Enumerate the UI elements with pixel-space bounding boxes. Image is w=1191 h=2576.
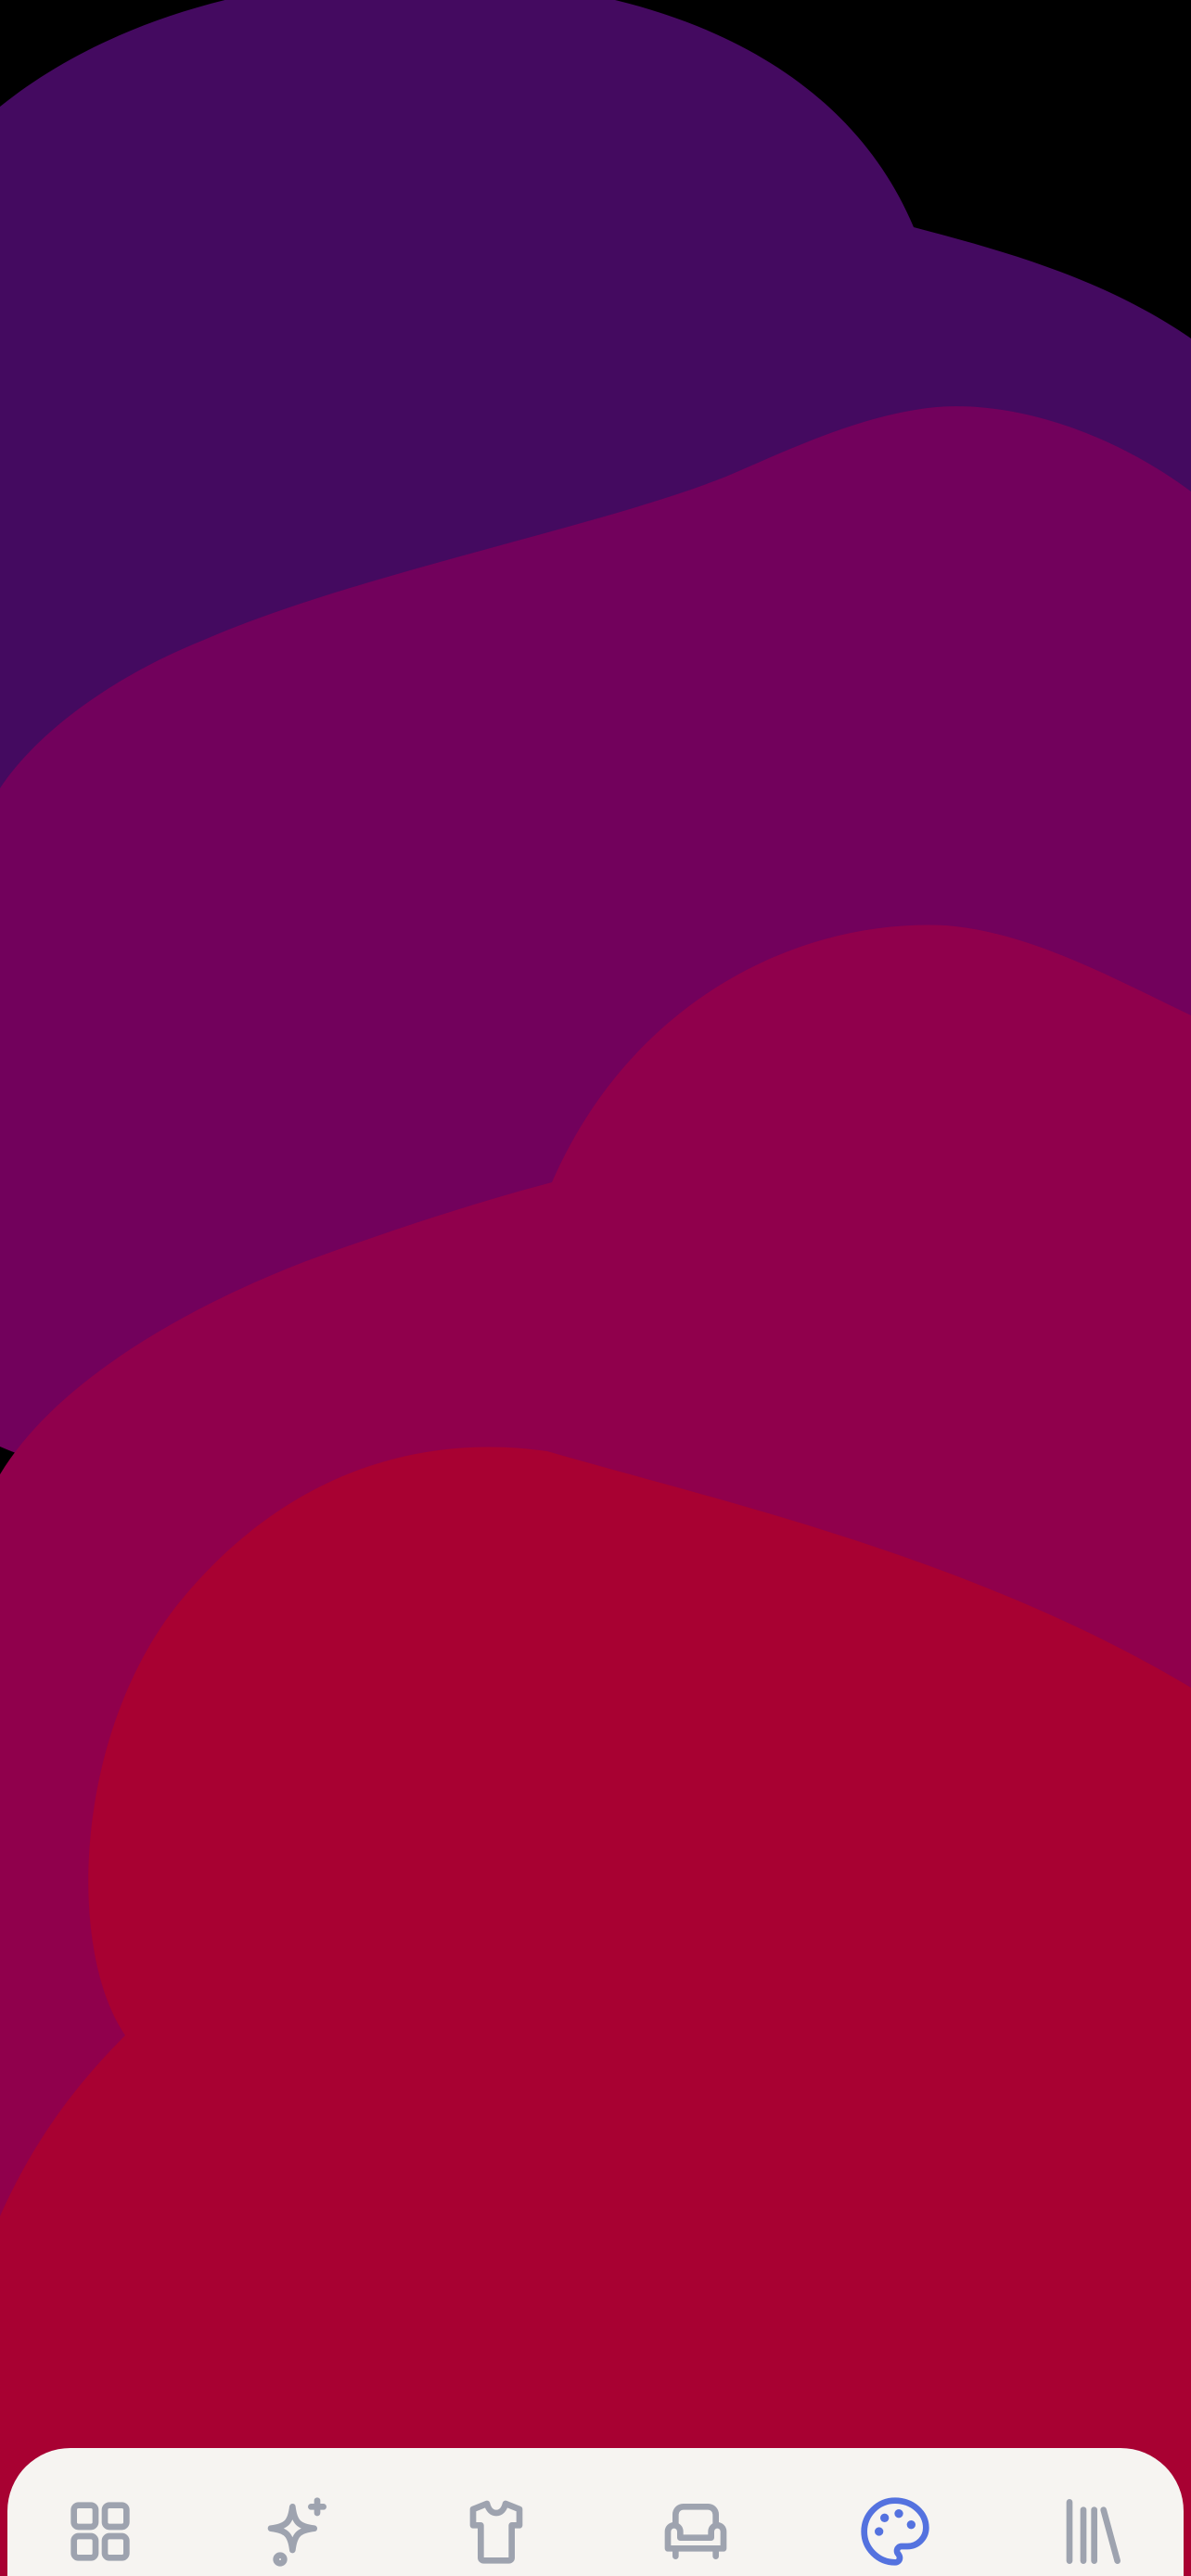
armchair-icon (664, 2504, 727, 2559)
tab-grid[interactable] (56, 2487, 145, 2576)
tab-armchair[interactable] (651, 2487, 740, 2576)
home-screen (0, 0, 1191, 2576)
tab-library[interactable] (1048, 2487, 1137, 2576)
shirt-icon (469, 2500, 523, 2564)
palette-icon (861, 2497, 929, 2566)
wallpaper-band-crimson (0, 1447, 1191, 2576)
tab-bar (7, 2448, 1184, 2576)
tab-palette[interactable] (851, 2487, 940, 2576)
sparkles-icon (267, 2497, 327, 2567)
tab-sparkles[interactable] (254, 2487, 343, 2576)
library-icon (1066, 2499, 1121, 2564)
tab-shirt[interactable] (452, 2487, 541, 2576)
wallpaper (0, 0, 1191, 2576)
grid-icon (70, 2502, 130, 2561)
